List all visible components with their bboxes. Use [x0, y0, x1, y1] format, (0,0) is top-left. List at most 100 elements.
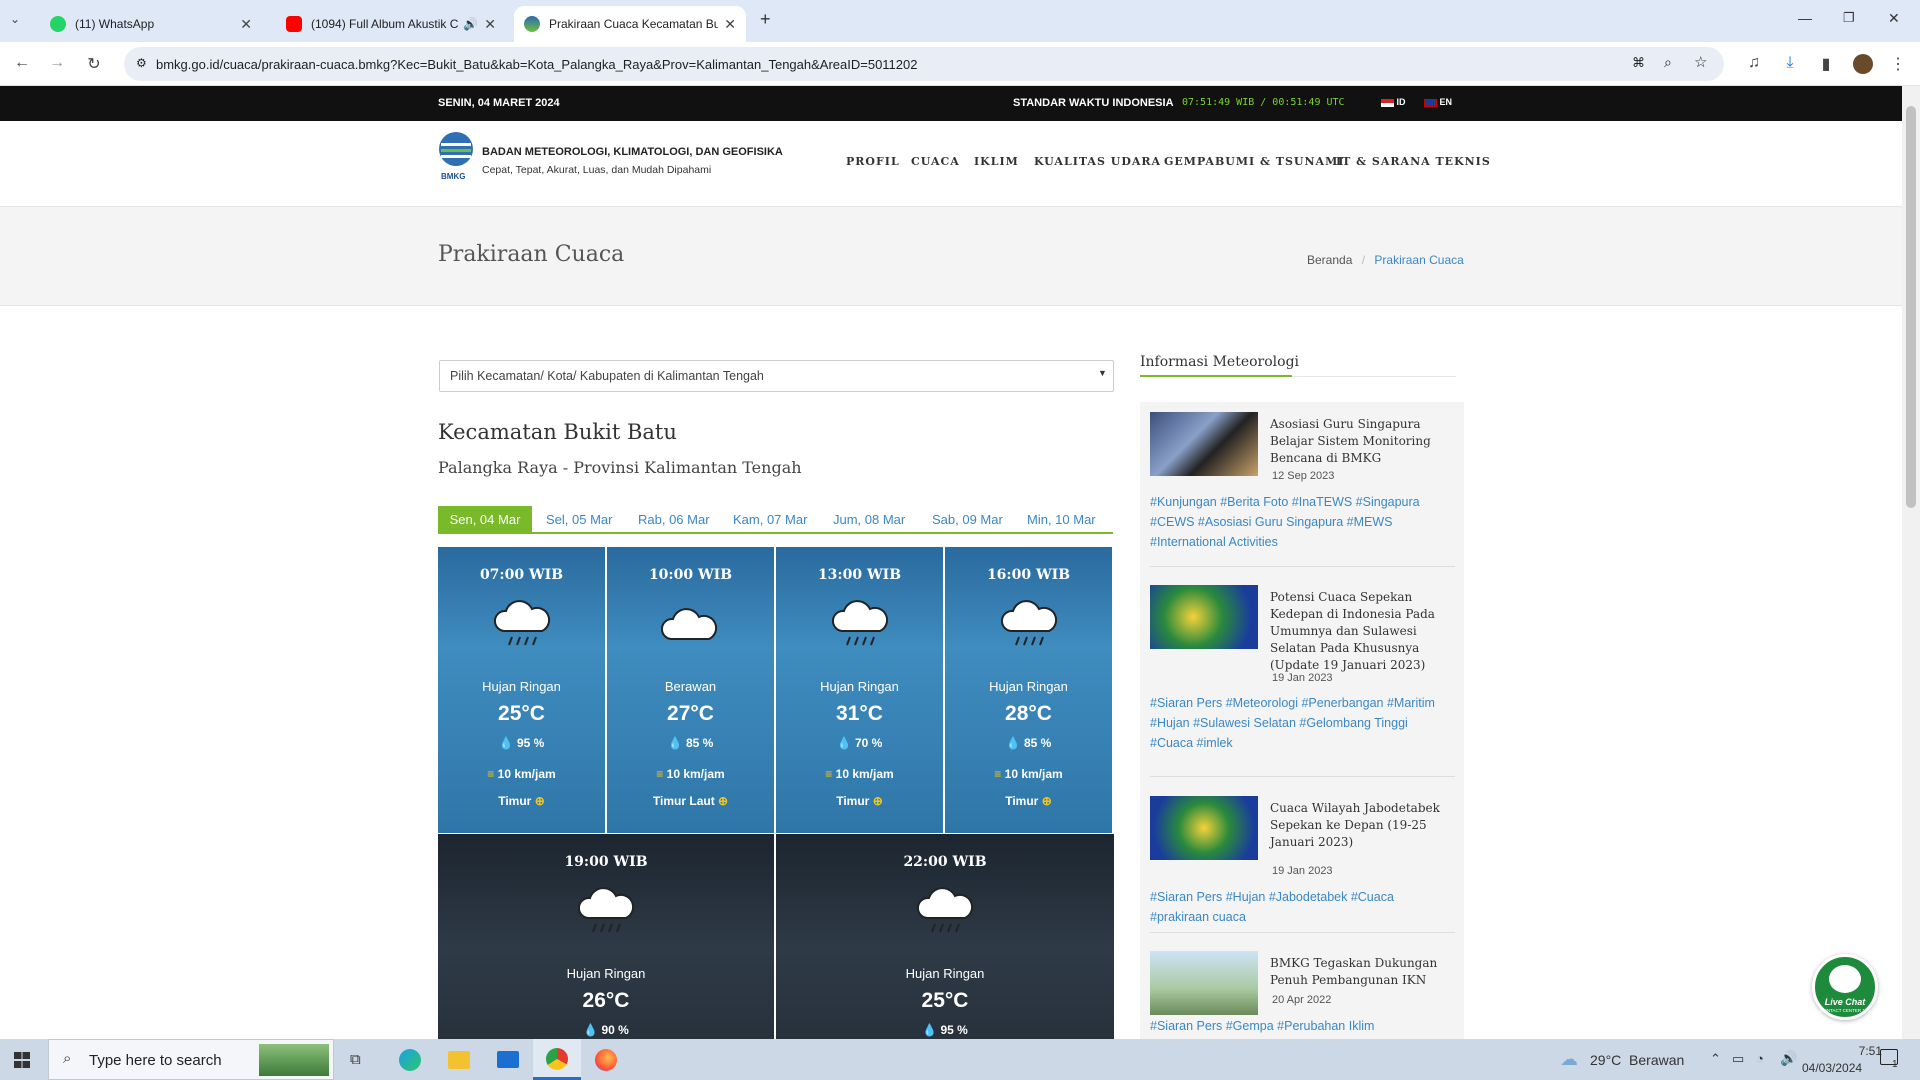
time-label: STANDAR WAKTU INDONESIA: [1013, 97, 1174, 109]
restore-icon[interactable]: ❐: [1843, 10, 1855, 26]
nav-it-sarana[interactable]: IT & SARANA TEKNIS: [1336, 155, 1491, 168]
lang-en-link[interactable]: EN: [1424, 97, 1452, 107]
nav-iklim[interactable]: IKLIM: [974, 155, 1019, 168]
close-tab-icon[interactable]: ✕: [724, 16, 736, 33]
side-panel-icon[interactable]: ▮: [1814, 54, 1838, 74]
tab-youtube[interactable]: (1094) Full Album Akustik C 🔊 ✕: [276, 6, 506, 42]
address-bar[interactable]: ⚙ bmkg.go.id/cuaca/prakiraan-cuaca.bmkg?…: [124, 47, 1724, 81]
tab-day-6[interactable]: Min, 10 Mar: [1027, 506, 1096, 533]
humidity-drop-icon: 💧: [667, 736, 683, 750]
speaker-icon[interactable]: 🔊: [463, 17, 478, 31]
tab-search-icon[interactable]: ⌄: [10, 12, 20, 26]
news-item[interactable]: Asosiasi Guru Singapura Belajar Sistem M…: [1140, 412, 1456, 556]
close-tab-icon[interactable]: ✕: [240, 16, 252, 33]
tab-day-0[interactable]: Sen, 04 Mar: [438, 506, 532, 533]
profile-avatar[interactable]: [1853, 54, 1873, 74]
news-thumbnail[interactable]: [1150, 951, 1258, 1015]
forward-icon[interactable]: →: [45, 54, 69, 72]
firefox-icon[interactable]: [595, 1049, 617, 1071]
tab-bmkg[interactable]: Prakiraan Cuaca Kecamatan Bu ✕: [514, 6, 746, 42]
scrollbar-thumb[interactable]: [1906, 106, 1916, 508]
file-explorer-icon[interactable]: [448, 1051, 470, 1069]
translate-icon[interactable]: ⌘: [1632, 55, 1645, 71]
network-icon[interactable]: ◔: [1756, 1051, 1764, 1066]
tab-whatsapp[interactable]: (11) WhatsApp ✕: [40, 6, 262, 42]
volume-icon[interactable]: 🔊: [1780, 1050, 1797, 1067]
zoom-icon[interactable]: ⌕: [1664, 54, 1672, 71]
forecast-card: 16:00 WIB Hujan Ringan 28°C 💧 85 % ≡ 10 …: [945, 547, 1112, 833]
breadcrumb-home[interactable]: Beranda: [1307, 253, 1352, 267]
close-tab-icon[interactable]: ✕: [484, 16, 496, 33]
site-header: BMKG BADAN METEOROLOGI, KLIMATOLOGI, DAN…: [0, 121, 1902, 207]
clock-date[interactable]: 04/03/2024: [1802, 1061, 1862, 1075]
news-thumbnail[interactable]: [1150, 796, 1258, 860]
forecast-card: 19:00 WIB Hujan Ringan 26°C 💧 90 %: [438, 834, 774, 1039]
news-thumbnail[interactable]: [1150, 585, 1258, 649]
lang-id-link[interactable]: ID: [1381, 97, 1406, 107]
location-select[interactable]: Pilih Kecamatan/ Kota/ Kabupaten di Kali…: [439, 360, 1114, 392]
region-name: Palangka Raya - Provinsi Kalimantan Teng…: [438, 458, 802, 477]
tab-day-5[interactable]: Sab, 09 Mar: [932, 506, 1003, 533]
cloud-icon: [660, 608, 717, 640]
news-thumbnail[interactable]: [1150, 412, 1258, 476]
site-info-icon[interactable]: ⚙: [136, 56, 147, 70]
new-tab-button[interactable]: +: [760, 9, 771, 30]
breadcrumb: Beranda / Prakiraan Cuaca: [1307, 253, 1464, 267]
close-window-icon[interactable]: ✕: [1888, 10, 1900, 27]
url-text: bmkg.go.id/cuaca/prakiraan-cuaca.bmkg?Ke…: [156, 56, 918, 72]
forecast-card: 10:00 WIB Berawan 27°C 💧 85 % ≡ 10 km/ja…: [607, 547, 774, 833]
page-title-bar: Prakiraan Cuaca Beranda / Prakiraan Cuac…: [0, 207, 1902, 306]
chrome-taskbar-button[interactable]: [533, 1039, 581, 1080]
forecast-card: 07:00 WIB Hujan Ringan 25°C 💧 95 % ≡ 10 …: [438, 547, 605, 833]
tab-day-4[interactable]: Jum, 08 Mar: [833, 506, 905, 533]
windows-taskbar: ⌕ Type here to search ⧉ ☁ 29°C Berawan ⌃…: [0, 1039, 1920, 1080]
notification-count: 1: [1892, 1059, 1898, 1070]
device-icon[interactable]: ▭: [1732, 1051, 1744, 1067]
minimize-icon[interactable]: —: [1798, 10, 1812, 26]
mail-icon[interactable]: [497, 1051, 519, 1068]
chrome-icon: [546, 1048, 568, 1070]
compass-icon: ⊕: [534, 794, 545, 808]
reload-icon[interactable]: ↻: [82, 54, 106, 74]
menu-icon[interactable]: ⋮: [1886, 54, 1910, 74]
rain-cloud-icon: [917, 887, 974, 933]
browser-tab-strip: ⌄ (11) WhatsApp ✕ (1094) Full Album Akus…: [0, 0, 1920, 42]
news-item[interactable]: BMKG Tegaskan Dukungan Penuh Pembangunan…: [1140, 951, 1456, 1039]
humidity-drop-icon: 💧: [836, 736, 852, 750]
media-icon[interactable]: ♫: [1742, 54, 1766, 72]
rain-cloud-icon: [831, 600, 888, 646]
breadcrumb-separator: /: [1361, 253, 1366, 267]
whatsapp-icon: [50, 16, 66, 32]
nav-kualitas-udara[interactable]: KUALITAS UDARA: [1034, 155, 1161, 168]
search-placeholder: Type here to search: [89, 1052, 222, 1069]
news-item[interactable]: Potensi Cuaca Sepekan Kedepan di Indones…: [1140, 585, 1456, 760]
task-view-icon[interactable]: ⧉: [350, 1051, 361, 1068]
tab-day-3[interactable]: Kam, 07 Mar: [733, 506, 807, 533]
nav-cuaca[interactable]: CUACA: [911, 155, 960, 168]
humidity-drop-icon: 💧: [498, 736, 514, 750]
tab-day-2[interactable]: Rab, 06 Mar: [638, 506, 710, 533]
current-date: SENIN, 04 MARET 2024: [438, 97, 560, 109]
chevron-up-icon[interactable]: ⌃: [1710, 1051, 1721, 1067]
clock-time[interactable]: 7:51: [1822, 1044, 1882, 1058]
tab-day-1[interactable]: Sel, 05 Mar: [546, 506, 612, 533]
district-name: Kecamatan Bukit Batu: [438, 420, 677, 444]
download-icon[interactable]: ⤓: [1778, 54, 1802, 72]
taskbar-weather[interactable]: 29°C Berawan: [1590, 1052, 1684, 1068]
nav-gempabumi-tsunami[interactable]: GEMPABUMI & TSUNAMI: [1164, 155, 1344, 168]
back-icon[interactable]: ←: [10, 54, 34, 72]
live-chat-button[interactable]: Live Chat CONTACT CENTER 196: [1812, 954, 1878, 1020]
nav-profil[interactable]: PROFIL: [846, 155, 900, 168]
start-windows-icon[interactable]: [14, 1052, 30, 1068]
taskbar-search-box[interactable]: ⌕ Type here to search: [48, 1039, 334, 1080]
edge-icon[interactable]: [399, 1049, 421, 1071]
flag-en-icon: [1424, 98, 1437, 107]
page-scrollbar[interactable]: [1902, 86, 1920, 1039]
weather-cloud-icon[interactable]: ☁: [1560, 1049, 1578, 1070]
news-divider: [1150, 776, 1455, 777]
bookmark-star-icon[interactable]: ☆: [1694, 53, 1707, 71]
brand-tagline: Cepat, Tepat, Akurat, Luas, dan Mudah Di…: [482, 164, 712, 176]
chat-mascot-icon: [1829, 965, 1861, 993]
news-item[interactable]: Cuaca Wilayah Jabodetabek Sepekan ke Dep…: [1140, 796, 1456, 924]
rain-cloud-icon: [578, 887, 635, 933]
